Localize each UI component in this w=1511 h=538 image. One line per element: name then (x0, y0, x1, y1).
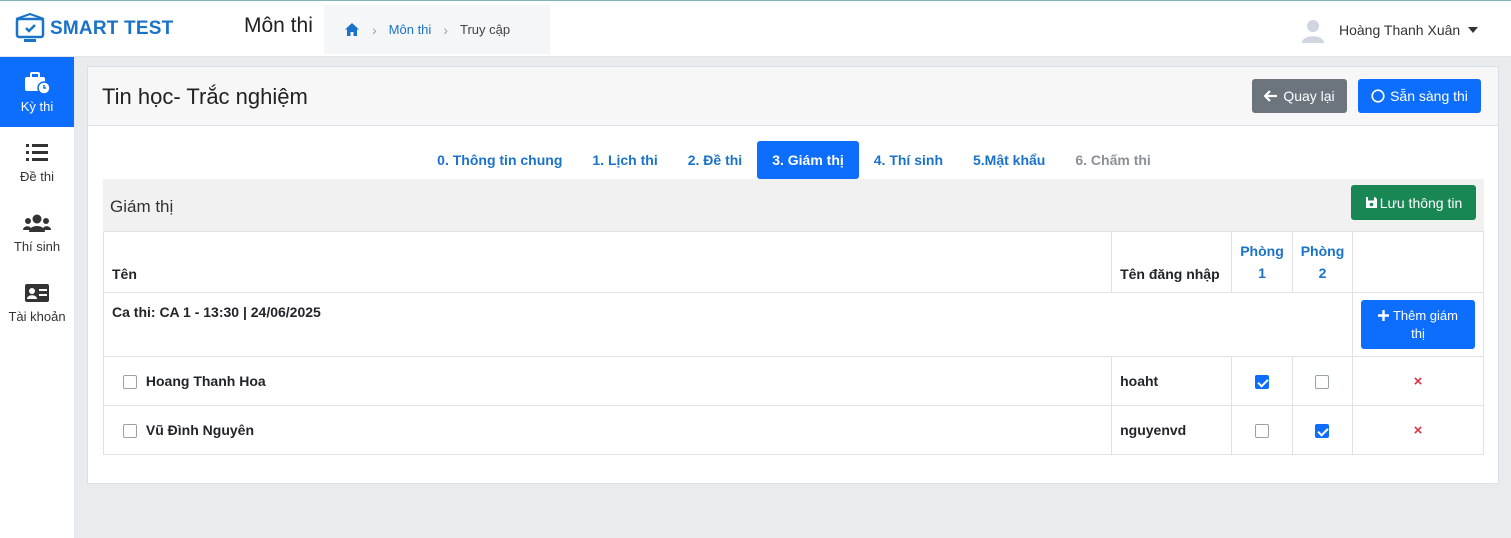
arrow-left-icon (1264, 90, 1278, 102)
user-name: Hoàng Thanh Xuân (1339, 22, 1461, 38)
table-row: Vũ Đình Nguyên nguyenvd × (102, 405, 1485, 455)
breadcrumb-current: Truy cập (459, 22, 511, 37)
room-1-cell (1231, 356, 1293, 406)
room-1-cell (1231, 405, 1293, 455)
sidebar-item-label: Đề thi (20, 168, 54, 184)
page-title: Môn thi (244, 14, 313, 37)
tab-de-thi[interactable]: 2. Đề thi (673, 141, 757, 179)
table-header-row: Tên Tên đăng nhập Phòng 1 Phòng 2 (102, 231, 1485, 293)
tab-mat-khau[interactable]: 5.Mật khẩu (958, 141, 1060, 179)
users-icon (23, 214, 51, 232)
sidebar: Kỳ thi Đề thi Thí sinh Tài khoản (0, 57, 75, 538)
breadcrumb: › Môn thi › Truy cập (324, 5, 550, 54)
logo[interactable]: SMART TEST (14, 13, 173, 45)
column-header-username: Tên đăng nhập (1111, 231, 1233, 293)
user-menu[interactable]: Hoàng Thanh Xuân (1300, 17, 1479, 43)
chevron-right-icon: › (443, 21, 448, 38)
floppy-disk-icon (1365, 197, 1377, 208)
tab-giam-thi[interactable]: 3. Giám thị (757, 141, 859, 179)
back-button-label: Quay lại (1283, 88, 1335, 104)
proctor-name: Hoang Thanh Hoa (145, 372, 266, 389)
room-2-cell (1291, 405, 1353, 455)
column-header-room-2: Phòng 2 (1291, 231, 1353, 293)
home-icon[interactable] (344, 22, 360, 37)
tab-thi-sinh[interactable]: 4. Thí sinh (859, 141, 958, 179)
select-row-checkbox[interactable] (123, 424, 137, 439)
proctor-name-cell: Vũ Đình Nguyên (102, 405, 1113, 455)
column-header-room-1: Phòng 1 (1231, 231, 1293, 293)
tabs: 0. Thông tin chung 1. Lịch thi 2. Đề thi… (88, 141, 1500, 179)
proctor-username: nguyenvd (1111, 405, 1233, 455)
add-proctor-line1: Thêm giám (1377, 307, 1458, 325)
proctor-name: Vũ Đình Nguyên (145, 421, 255, 438)
room-1-checkbox[interactable] (1255, 375, 1269, 390)
delete-icon[interactable]: × (1414, 373, 1423, 390)
session-actions: Thêm giám thị (1351, 292, 1485, 357)
breadcrumb-link-mon-thi[interactable]: Môn thi (389, 22, 432, 37)
room-1-checkbox[interactable] (1255, 424, 1269, 439)
sidebar-item-ky-thi[interactable]: Kỳ thi (0, 57, 74, 127)
save-button-label: Lưu thông tin (1379, 194, 1463, 211)
column-header-actions (1351, 231, 1485, 293)
ready-exam-button[interactable]: Sẵn sàng thi (1358, 79, 1481, 113)
session-row: Ca thi: CA 1 - 13:30 | 24/06/2025 Thêm g… (103, 292, 1485, 357)
select-row-checkbox[interactable] (123, 375, 137, 390)
ready-button-label: Sẵn sàng thi (1390, 88, 1468, 104)
sidebar-item-tai-khoan[interactable]: Tài khoản (0, 267, 74, 337)
chevron-right-icon: › (372, 21, 377, 38)
proctor-username: hoaht (1111, 356, 1233, 406)
panel-title: Giám thị (110, 197, 174, 216)
room-2-checkbox[interactable] (1315, 424, 1330, 439)
circle-icon (1371, 89, 1385, 103)
save-button[interactable]: Lưu thông tin (1351, 185, 1476, 220)
tab-lich-thi[interactable]: 1. Lịch thi (577, 141, 672, 179)
room-2-cell (1291, 356, 1353, 406)
sidebar-item-label: Kỳ thi (20, 98, 54, 114)
room-2-number: 2 (1318, 265, 1327, 281)
table-row: Hoang Thanh Hoa hoaht × (102, 356, 1485, 406)
briefcase-clock-icon (25, 71, 51, 95)
brand-name: SMART TEST (50, 18, 174, 39)
id-card-icon (25, 283, 49, 302)
plus-icon (1377, 310, 1389, 321)
room-2-checkbox[interactable] (1315, 375, 1330, 390)
tab-cham-thi: 6. Chấm thi (1075, 152, 1151, 168)
panel-header: Giám thị Lưu thông tin (103, 179, 1484, 232)
list-icon (26, 143, 48, 161)
column-header-name: Tên (102, 231, 1113, 293)
room-2-label: Phòng (1300, 243, 1345, 259)
room-1-number: 1 (1258, 265, 1266, 281)
sidebar-item-label: Thí sinh (13, 238, 61, 254)
proctor-table: Tên Tên đăng nhập Phòng 1 Phòng 2 Ca thi… (102, 231, 1485, 455)
session-label: Ca thi: CA 1 - 13:30 | 24/06/2025 (103, 292, 1353, 357)
tab-thong-tin-chung[interactable]: 0. Thông tin chung (422, 141, 577, 179)
caret-down-icon (1468, 27, 1479, 33)
add-proctor-label: Thêm giám (1392, 307, 1458, 323)
logo-icon (15, 13, 45, 42)
add-proctor-label-2: thị (1411, 325, 1425, 341)
card-title: Tin học- Trắc nghiệm (102, 84, 308, 109)
proctor-name-cell: Hoang Thanh Hoa (102, 356, 1113, 406)
sidebar-item-thi-sinh[interactable]: Thí sinh (0, 197, 74, 267)
card-header: Tin học- Trắc nghiệm Quay lại Sẵn sàng t… (88, 67, 1498, 126)
room-1-label: Phòng (1240, 243, 1284, 259)
avatar-icon (1302, 20, 1324, 43)
sidebar-item-de-thi[interactable]: Đề thi (0, 127, 74, 197)
add-proctor-button[interactable]: Thêm giám thị (1360, 300, 1475, 349)
delete-cell: × (1351, 356, 1485, 406)
top-header: SMART TEST Môn thi › Môn thi › Truy cập … (0, 0, 1511, 57)
back-button[interactable]: Quay lại (1252, 79, 1347, 113)
delete-cell: × (1351, 405, 1485, 455)
delete-icon[interactable]: × (1414, 422, 1423, 439)
sidebar-item-label: Tài khoản (8, 308, 66, 324)
main-card: Tin học- Trắc nghiệm Quay lại Sẵn sàng t… (87, 66, 1499, 484)
